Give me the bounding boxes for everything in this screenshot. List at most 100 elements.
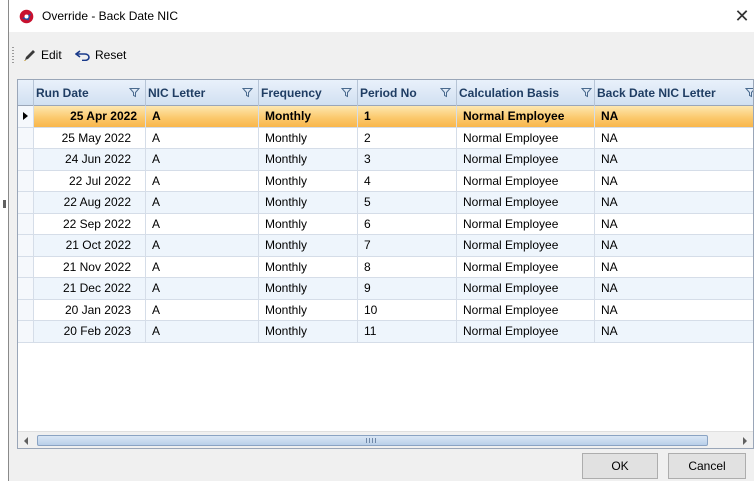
row-indicator[interactable] [18, 106, 34, 128]
cell-nic-letter[interactable]: A [146, 149, 259, 171]
cell-back-date-nic-letter[interactable]: NA [595, 128, 753, 149]
cell-period-no[interactable]: 5 [358, 192, 457, 214]
cell-run-date[interactable]: 22 Jul 2022 [34, 170, 146, 192]
row-indicator[interactable] [18, 170, 34, 192]
cell-calculation-basis[interactable]: Normal Employee [457, 213, 595, 235]
cell-run-date[interactable]: 21 Nov 2022 [34, 256, 146, 278]
table-row[interactable]: 25 Apr 2022 A Monthly 1 Normal Employee … [18, 106, 753, 128]
toolbar-grip[interactable] [12, 47, 14, 63]
table-row[interactable]: 25 May 2022 A Monthly 2 Normal Employee … [18, 127, 753, 149]
cell-frequency[interactable]: Monthly [259, 256, 358, 278]
cell-run-date[interactable]: 22 Aug 2022 [34, 192, 146, 214]
cell-frequency[interactable]: Monthly [259, 192, 358, 214]
cell-nic-letter[interactable]: A [146, 192, 259, 214]
cell-period-no[interactable]: 3 [358, 149, 457, 171]
table-row[interactable]: 22 Sep 2022 A Monthly 6 Normal Employee … [18, 213, 753, 235]
table-row[interactable]: 21 Nov 2022 A Monthly 8 Normal Employee … [18, 256, 753, 278]
scroll-left-button[interactable] [18, 432, 35, 448]
row-indicator[interactable] [18, 299, 34, 321]
cell-run-date[interactable]: 24 Jun 2022 [34, 149, 146, 171]
table-row[interactable]: 20 Feb 2023 A Monthly 11 Normal Employee… [18, 321, 753, 343]
horizontal-scrollbar[interactable] [18, 431, 753, 448]
table-row[interactable]: 22 Jul 2022 A Monthly 4 Normal Employee … [18, 170, 753, 192]
cell-run-date[interactable]: 21 Oct 2022 [34, 235, 146, 257]
row-indicator[interactable] [18, 235, 34, 257]
cell-calculation-basis[interactable]: Normal Employee [457, 106, 595, 128]
cell-run-date[interactable]: 21 Dec 2022 [34, 278, 146, 300]
column-header-frequency[interactable]: Frequency [259, 80, 358, 106]
close-icon[interactable]: ✕ [733, 6, 751, 26]
cell-nic-letter[interactable]: A [146, 127, 259, 149]
row-indicator[interactable] [18, 278, 34, 300]
cell-nic-letter[interactable]: A [146, 256, 259, 278]
table-row[interactable]: 21 Oct 2022 A Monthly 7 Normal Employee … [18, 235, 753, 257]
column-header-period-no[interactable]: Period No [358, 80, 457, 106]
cell-back-date-nic-letter[interactable]: NA [595, 278, 753, 300]
cell-period-no[interactable]: 9 [358, 278, 457, 300]
cell-period-no[interactable]: 7 [358, 235, 457, 257]
scroll-right-button[interactable] [736, 432, 753, 448]
column-header-nic-letter[interactable]: NIC Letter [146, 80, 259, 106]
scrollbar-thumb[interactable] [37, 435, 708, 446]
cell-frequency[interactable]: Monthly [259, 106, 358, 128]
column-header-run-date[interactable]: Run Date [34, 80, 146, 106]
row-indicator[interactable] [18, 192, 34, 214]
cell-period-no[interactable]: 8 [358, 256, 457, 278]
cell-back-date-nic-letter[interactable]: NA [595, 106, 753, 128]
row-indicator[interactable] [18, 256, 34, 278]
cell-back-date-nic-letter[interactable]: NA [595, 300, 753, 321]
cell-run-date[interactable]: 20 Jan 2023 [34, 299, 146, 321]
cell-period-no[interactable]: 4 [358, 170, 457, 192]
cancel-button[interactable]: Cancel [668, 453, 746, 479]
edit-button[interactable]: Edit [21, 45, 64, 65]
cell-frequency[interactable]: Monthly [259, 127, 358, 149]
cell-back-date-nic-letter[interactable]: NA [595, 214, 753, 235]
row-indicator[interactable] [18, 321, 34, 343]
cell-period-no[interactable]: 2 [358, 127, 457, 149]
table-row[interactable]: 21 Dec 2022 A Monthly 9 Normal Employee … [18, 278, 753, 300]
row-indicator[interactable] [18, 213, 34, 235]
cell-calculation-basis[interactable]: Normal Employee [457, 256, 595, 278]
filter-funnel-icon[interactable] [129, 87, 140, 98]
cell-nic-letter[interactable]: A [146, 299, 259, 321]
cell-frequency[interactable]: Monthly [259, 170, 358, 192]
ok-button[interactable]: OK [582, 453, 658, 479]
cell-calculation-basis[interactable]: Normal Employee [457, 235, 595, 257]
row-indicator[interactable] [18, 127, 34, 149]
reset-button[interactable]: Reset [73, 45, 128, 65]
cell-run-date[interactable]: 20 Feb 2023 [34, 321, 146, 343]
table-row[interactable]: 20 Jan 2023 A Monthly 10 Normal Employee… [18, 299, 753, 321]
cell-nic-letter[interactable]: A [146, 321, 259, 343]
cell-period-no[interactable]: 10 [358, 299, 457, 321]
cell-frequency[interactable]: Monthly [259, 213, 358, 235]
table-row[interactable]: 22 Aug 2022 A Monthly 5 Normal Employee … [18, 192, 753, 214]
cell-calculation-basis[interactable]: Normal Employee [457, 149, 595, 171]
table-row[interactable]: 24 Jun 2022 A Monthly 3 Normal Employee … [18, 149, 753, 171]
filter-funnel-icon[interactable] [341, 87, 352, 98]
row-indicator[interactable] [18, 149, 34, 171]
cell-calculation-basis[interactable]: Normal Employee [457, 299, 595, 321]
cell-back-date-nic-letter[interactable]: NA [595, 149, 753, 171]
filter-funnel-icon[interactable] [440, 87, 451, 98]
cell-nic-letter[interactable]: A [146, 235, 259, 257]
cell-calculation-basis[interactable]: Normal Employee [457, 127, 595, 149]
filter-funnel-icon[interactable] [581, 87, 592, 98]
filter-funnel-icon[interactable] [242, 87, 253, 98]
cell-back-date-nic-letter[interactable]: NA [595, 321, 753, 343]
cell-nic-letter[interactable]: A [146, 170, 259, 192]
cell-run-date[interactable]: 22 Sep 2022 [34, 213, 146, 235]
cell-frequency[interactable]: Monthly [259, 321, 358, 343]
cell-run-date[interactable]: 25 Apr 2022 [34, 106, 146, 128]
cell-period-no[interactable]: 11 [358, 321, 457, 343]
cell-nic-letter[interactable]: A [146, 278, 259, 300]
cell-back-date-nic-letter[interactable]: NA [595, 192, 753, 214]
cell-frequency[interactable]: Monthly [259, 278, 358, 300]
cell-frequency[interactable]: Monthly [259, 299, 358, 321]
cell-calculation-basis[interactable]: Normal Employee [457, 321, 595, 343]
column-header-calculation-basis[interactable]: Calculation Basis [457, 80, 595, 106]
cell-frequency[interactable]: Monthly [259, 235, 358, 257]
filter-funnel-icon[interactable] [745, 87, 754, 98]
cell-nic-letter[interactable]: A [146, 106, 259, 128]
cell-calculation-basis[interactable]: Normal Employee [457, 278, 595, 300]
cell-calculation-basis[interactable]: Normal Employee [457, 170, 595, 192]
